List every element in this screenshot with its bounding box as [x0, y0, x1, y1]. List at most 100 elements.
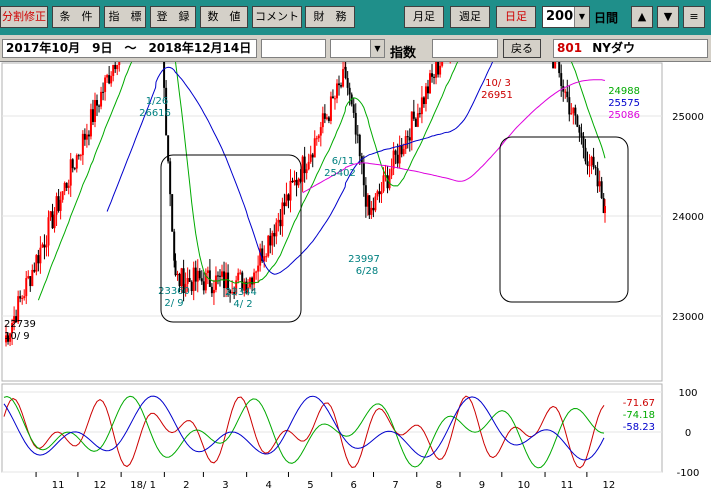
annotation-label: 10/ 3 — [485, 78, 511, 89]
candle-body — [412, 111, 415, 119]
candle-body — [106, 75, 109, 78]
candle-body — [59, 199, 62, 211]
candle-body — [431, 73, 434, 77]
candle-body — [271, 232, 274, 246]
candle-body — [414, 118, 417, 127]
candle-body — [439, 65, 442, 75]
monthly-button[interactable]: 月足 — [404, 6, 444, 28]
candle-body — [171, 194, 174, 232]
price-panel — [1, 62, 663, 382]
chevron-down-icon[interactable]: ▼ — [370, 40, 384, 57]
candle-body — [370, 207, 373, 215]
candle-body — [382, 175, 385, 192]
candle-body — [289, 180, 292, 201]
candle-body — [33, 269, 36, 272]
candle-body — [257, 265, 260, 272]
y-tick-label: 25000 — [672, 112, 704, 123]
candle-body — [206, 270, 209, 274]
bars-count-select[interactable]: 200 ▼ — [542, 6, 590, 28]
ma-legend-value: 24988 — [608, 86, 640, 97]
candle-body — [77, 155, 80, 157]
candle-body — [186, 278, 189, 284]
x-tick-label: 12 — [94, 480, 107, 491]
register-button[interactable]: 登 録 — [150, 6, 196, 28]
annotation-label: 26616 — [139, 108, 171, 119]
scroll-up-button[interactable]: ▲ — [631, 6, 653, 28]
candle-body — [303, 156, 306, 174]
candle-body — [112, 64, 115, 76]
candle-body — [53, 214, 56, 229]
candle-body — [93, 100, 96, 122]
candle-body — [406, 136, 409, 138]
candle-body — [194, 267, 197, 282]
candle-body — [55, 196, 58, 215]
candle-body — [420, 97, 423, 115]
candle-body — [364, 185, 367, 207]
daily-button[interactable]: 日足 — [496, 6, 536, 28]
candle-body — [91, 109, 94, 122]
candle-body — [27, 276, 30, 279]
chevron-down-icon[interactable]: ▼ — [574, 7, 589, 27]
candle-body — [79, 155, 82, 157]
candle-body — [305, 169, 308, 174]
scroll-down-button[interactable]: ▼ — [657, 6, 679, 28]
candle-body — [560, 73, 563, 86]
candle-body — [362, 163, 365, 186]
condition-button[interactable]: 条 件 — [52, 6, 100, 28]
annotation-label: 23344 — [225, 287, 257, 298]
candle-body — [572, 107, 575, 114]
comment-button[interactable]: コメント — [252, 6, 302, 28]
menu-button[interactable]: ≡ — [683, 6, 705, 28]
candle-body — [89, 109, 92, 137]
candle-body — [218, 275, 221, 277]
candle-body — [47, 217, 50, 246]
candle-body — [71, 159, 74, 169]
candle-body — [323, 113, 326, 119]
oscillator-axis: 100 0 -100 — [677, 388, 700, 479]
candle-body — [416, 113, 419, 127]
candle-body — [98, 105, 101, 107]
x-tick-label: 3 — [222, 480, 228, 491]
candle-body — [69, 159, 72, 186]
candle-body — [35, 255, 38, 272]
candle-body — [354, 112, 357, 135]
back-button[interactable]: 戻る — [503, 39, 541, 58]
indicator-button[interactable]: 指 標 — [104, 6, 146, 28]
candle-body — [564, 91, 567, 93]
candle-body — [163, 62, 166, 88]
candle-body — [19, 296, 22, 299]
x-tick-label: 12 — [603, 480, 616, 491]
index-value-field[interactable] — [432, 39, 498, 58]
candle-body — [255, 271, 258, 273]
candle-body — [178, 273, 181, 287]
candle-body — [114, 64, 117, 70]
candle-body — [37, 255, 40, 264]
candle-body — [285, 194, 288, 207]
candle-body — [378, 191, 381, 195]
index-select[interactable]: ▼ — [330, 39, 385, 58]
candle-body — [584, 147, 587, 162]
candle-body — [392, 150, 395, 169]
blank-field[interactable] — [261, 39, 326, 58]
candle-body — [118, 62, 121, 66]
candle-body — [402, 149, 405, 155]
x-tick-label: 5 — [307, 480, 313, 491]
candle-body — [190, 281, 193, 292]
toolbar: 分割修正 条 件 指 標 登 録 数 値 コメント 財 務 月足 週足 日足 2… — [0, 0, 711, 35]
annotation-label: 25402 — [324, 168, 356, 179]
candle-body — [307, 161, 310, 170]
index-label: 指数 — [390, 46, 417, 61]
candle-body — [108, 75, 111, 84]
osc-legend-value: -74.18 — [623, 410, 655, 421]
financial-button[interactable]: 財 務 — [305, 6, 355, 28]
date-range-field[interactable]: 2017年10月 9日 ～ 2018年12月14日 — [2, 39, 257, 58]
candle-body — [348, 87, 351, 95]
candle-body — [570, 113, 573, 115]
weekly-button[interactable]: 週足 — [450, 6, 490, 28]
split-adjust-button[interactable]: 分割修正 — [0, 6, 48, 28]
values-button[interactable]: 数 値 — [200, 6, 248, 28]
symbol-field[interactable]: 801 NYダウ — [553, 39, 708, 58]
candle-body — [87, 134, 90, 137]
candle-body — [100, 91, 103, 107]
x-tick-label: 6 — [351, 480, 357, 491]
